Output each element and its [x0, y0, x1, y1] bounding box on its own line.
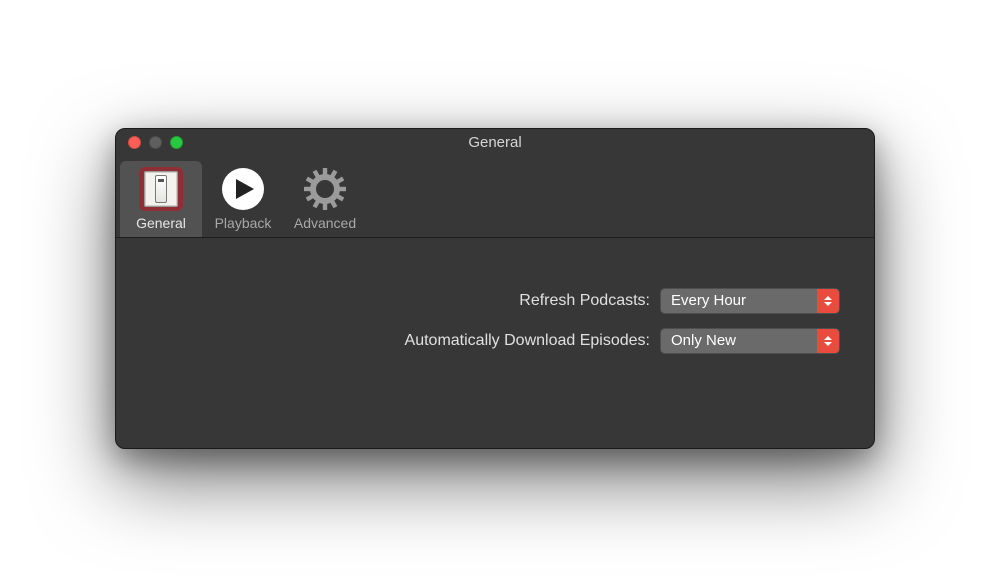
tab-advanced[interactable]: Advanced — [284, 161, 366, 237]
preferences-window: General General Playback — [115, 128, 875, 449]
download-select[interactable]: Only New — [660, 328, 840, 354]
refresh-select[interactable]: Every Hour — [660, 288, 840, 314]
tab-playback[interactable]: Playback — [202, 161, 284, 237]
zoom-button[interactable] — [170, 136, 183, 149]
window-title: General — [116, 134, 874, 151]
tab-advanced-label: Advanced — [294, 215, 356, 231]
stepper-icon — [817, 329, 839, 353]
titlebar[interactable]: General — [116, 129, 874, 157]
traffic-lights — [116, 136, 183, 149]
close-button[interactable] — [128, 136, 141, 149]
stepper-icon — [817, 289, 839, 313]
preferences-toolbar: General Playback — [116, 157, 874, 238]
tab-general-label: General — [136, 215, 186, 231]
download-label: Automatically Download Episodes: — [405, 332, 660, 350]
gear-icon — [303, 167, 347, 211]
advanced-icon — [303, 165, 347, 213]
minimize-button[interactable] — [149, 136, 162, 149]
setting-row-refresh: Refresh Podcasts: Every Hour — [150, 288, 840, 314]
refresh-label: Refresh Podcasts: — [519, 292, 660, 310]
tab-general[interactable]: General — [120, 161, 202, 237]
preferences-content: Refresh Podcasts: Every Hour Automatical… — [116, 238, 874, 448]
general-icon — [139, 165, 183, 213]
setting-row-download: Automatically Download Episodes: Only Ne… — [150, 328, 840, 354]
refresh-select-value: Every Hour — [661, 292, 817, 309]
tab-playback-label: Playback — [215, 215, 272, 231]
playback-icon — [222, 165, 264, 213]
download-select-value: Only New — [661, 332, 817, 349]
